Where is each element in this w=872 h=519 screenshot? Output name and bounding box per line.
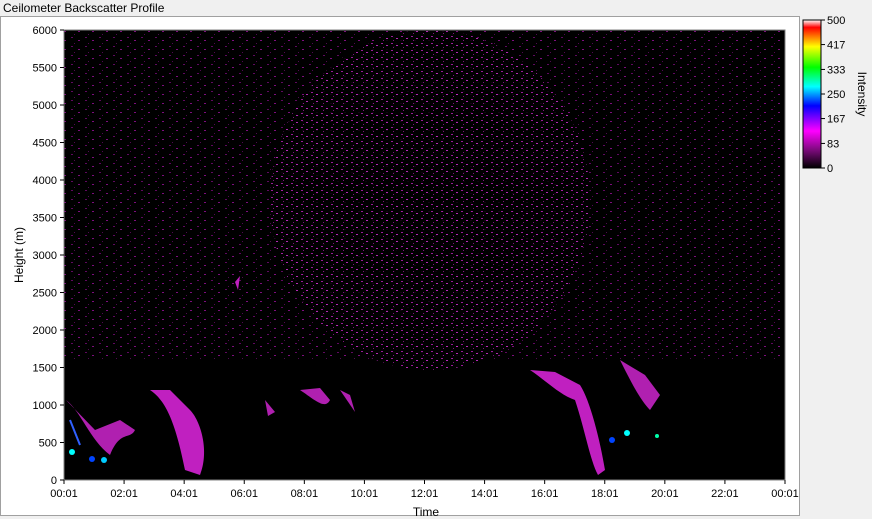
y-tick-label: 0 bbox=[51, 475, 57, 487]
colorbar[interactable] bbox=[802, 19, 822, 169]
x-tick-label: 02:01 bbox=[110, 488, 138, 500]
y-tick-label: 5000 bbox=[33, 100, 57, 112]
y-tick-label: 1000 bbox=[33, 400, 57, 412]
colorbar-tick-label: 333 bbox=[827, 64, 845, 76]
x-tick-label: 20:01 bbox=[651, 488, 679, 500]
y-tick-label: 2500 bbox=[33, 288, 57, 300]
y-tick-label: 5500 bbox=[33, 63, 57, 75]
y-tick-label: 6000 bbox=[33, 25, 57, 37]
x-tick-label: 12:01 bbox=[411, 488, 439, 500]
heatmap-chart: 0500100015002000250030003500400045005000… bbox=[12, 15, 869, 519]
x-tick-label: 10:01 bbox=[351, 488, 379, 500]
colorbar-tick-label: 167 bbox=[827, 114, 845, 126]
x-tick-label: 18:01 bbox=[591, 488, 619, 500]
noise-dense-region bbox=[270, 30, 590, 370]
x-axis-label: Time bbox=[413, 505, 440, 519]
y-axis: 0 500 1000 1500 2000 2500 3000 3500 4000 4500 5000… bbox=[33, 25, 64, 487]
x-tick-label: 14:01 bbox=[471, 488, 499, 500]
y-tick-label: 3000 bbox=[33, 250, 57, 262]
x-axis: 00:01 02:01 04:01 06:01 08:01 10:01 12:01 14:01… bbox=[50, 480, 799, 500]
x-tick-label: 16:01 bbox=[531, 488, 559, 500]
colorbar-label: Intensity bbox=[855, 72, 869, 117]
y-tick-label: 2000 bbox=[33, 325, 57, 337]
colorbar-tick-label: 500 bbox=[827, 15, 845, 27]
colorbar-tick-label: 83 bbox=[827, 138, 839, 150]
x-tick-label: 06:01 bbox=[230, 488, 258, 500]
x-tick-label: 08:01 bbox=[291, 488, 319, 500]
colorbar-tick-label: 0 bbox=[827, 163, 833, 175]
x-tick-label: 00:01 bbox=[50, 488, 78, 500]
y-axis-label: Height (m) bbox=[12, 227, 26, 283]
colorbar-tick-label: 417 bbox=[827, 40, 845, 52]
x-tick-label: 00:01 bbox=[771, 488, 799, 500]
y-tick-label: 500 bbox=[39, 438, 57, 450]
y-tick-label: 1500 bbox=[33, 363, 57, 375]
colorbar-tick-label: 250 bbox=[827, 89, 845, 101]
x-tick-label: 22:01 bbox=[711, 488, 739, 500]
y-tick-label: 3500 bbox=[33, 213, 57, 225]
y-tick-label: 4000 bbox=[33, 175, 57, 187]
y-tick-label: 4500 bbox=[33, 138, 57, 150]
x-tick-label: 04:01 bbox=[170, 488, 198, 500]
colorbar-ticks: 500 417 333 250 167 83 0 bbox=[821, 15, 845, 175]
